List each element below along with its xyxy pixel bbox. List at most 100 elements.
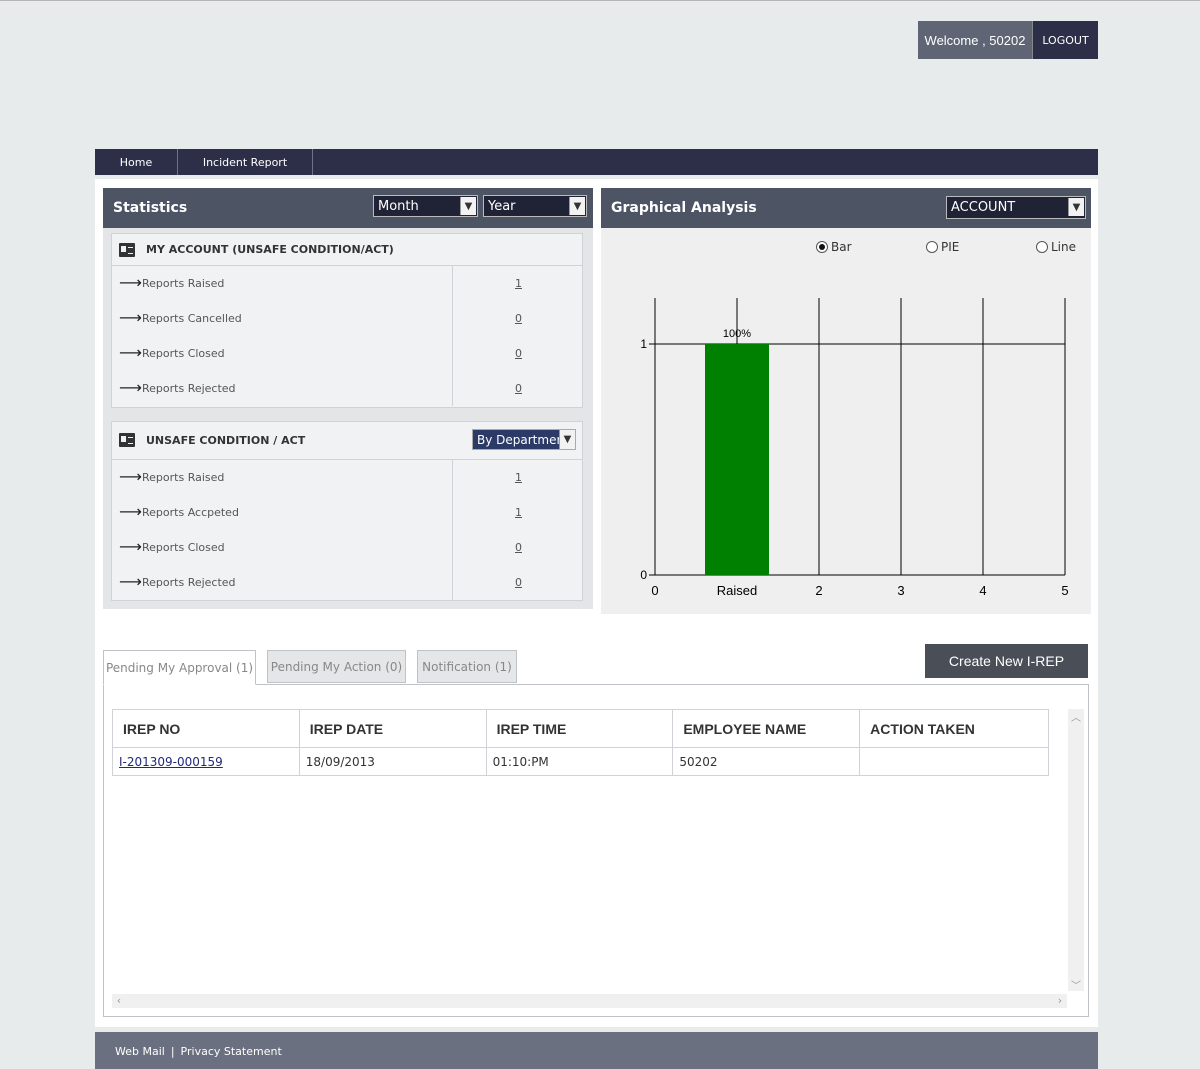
- table-row: I-201309-000159 18/09/2013 01:10:PM 5020…: [112, 747, 1049, 776]
- x-tick-label: 4: [979, 583, 986, 598]
- scroll-left-icon[interactable]: ‹: [112, 994, 126, 1008]
- footer: Web Mail | Privacy Statement: [95, 1032, 1098, 1069]
- my-account-box: MY ACCOUNT (UNSAFE CONDITION/ACT) ⟶ Repor…: [111, 233, 583, 408]
- graphical-analysis-title: Graphical Analysis: [611, 200, 757, 216]
- cell-employee-name: 50202: [672, 747, 861, 776]
- logout-button[interactable]: LOGOUT: [1032, 21, 1098, 59]
- scroll-down-icon[interactable]: ﹀: [1068, 977, 1084, 992]
- stat-value-link[interactable]: 1: [452, 266, 584, 301]
- irep-link[interactable]: I-201309-000159: [119, 755, 223, 769]
- x-tick-label: 0: [651, 583, 658, 598]
- stat-row: ⟶ Reports Raised 1: [112, 460, 582, 495]
- stat-value-link[interactable]: 0: [452, 565, 584, 600]
- scroll-up-icon[interactable]: ︿: [1068, 709, 1084, 724]
- stat-label: Reports Rejected: [142, 576, 236, 589]
- statistics-header: Statistics Month ▼ Year ▼: [103, 188, 593, 228]
- stat-value-link[interactable]: 0: [452, 371, 584, 406]
- stat-label: Reports Raised: [142, 471, 225, 484]
- stat-label: Reports Closed: [142, 347, 225, 360]
- stat-value-link[interactable]: 1: [452, 495, 584, 530]
- radio-line[interactable]: Line: [1036, 240, 1076, 254]
- year-select[interactable]: Year ▼: [483, 195, 587, 217]
- arrow-right-icon: ⟶: [119, 572, 142, 591]
- irep-table: IREP NO IREP DATE IREP TIME EMPLOYEE NAM…: [112, 709, 1049, 776]
- nav-incident-report[interactable]: Incident Report: [178, 149, 313, 175]
- main-content: Statistics Month ▼ Year ▼ MY ACCOUNT (UN…: [95, 179, 1098, 1027]
- arrow-right-icon: ⟶: [119, 537, 142, 556]
- stat-value-link[interactable]: 1: [452, 460, 584, 495]
- statistics-title: Statistics: [113, 200, 188, 216]
- stat-row: ⟶ Reports Raised 1: [112, 266, 582, 301]
- tab-pending-action[interactable]: Pending My Action (0): [267, 650, 406, 683]
- arrow-right-icon: ⟶: [119, 378, 142, 397]
- col-employee-name: EMPLOYEE NAME: [672, 709, 861, 748]
- graphical-analysis-header: Graphical Analysis ACCOUNT ▼: [601, 188, 1091, 228]
- tab-pending-approval[interactable]: Pending My Approval (1): [103, 650, 256, 685]
- radio-pie-indicator[interactable]: [926, 241, 938, 253]
- cell-action-taken: [859, 747, 1049, 776]
- year-select-value: Year: [488, 198, 516, 214]
- vertical-scrollbar[interactable]: ︿ ﹀: [1068, 709, 1084, 992]
- stat-value-link[interactable]: 0: [452, 301, 584, 336]
- tab-notification[interactable]: Notification (1): [417, 650, 517, 683]
- arrow-right-icon: ⟶: [119, 502, 142, 521]
- webmail-link[interactable]: Web Mail: [115, 1045, 165, 1058]
- statistics-panel: Statistics Month ▼ Year ▼ MY ACCOUNT (UN…: [103, 188, 593, 609]
- radio-bar[interactable]: Bar: [816, 240, 852, 254]
- footer-separator: |: [170, 1044, 175, 1058]
- col-irep-time: IREP TIME: [485, 709, 674, 748]
- horizontal-scrollbar[interactable]: ‹ ›: [112, 994, 1067, 1008]
- nav-home[interactable]: Home: [95, 149, 178, 175]
- scroll-right-icon[interactable]: ›: [1053, 994, 1067, 1008]
- privacy-link[interactable]: Privacy Statement: [181, 1045, 282, 1058]
- radio-pie[interactable]: PIE: [926, 240, 959, 254]
- stat-row: ⟶ Reports Closed 0: [112, 336, 582, 371]
- month-select-value: Month: [378, 198, 419, 214]
- arrow-right-icon: ⟶: [119, 308, 142, 327]
- arrow-right-icon: ⟶: [119, 343, 142, 362]
- department-select-value: By Department: [477, 432, 569, 447]
- stat-value-link[interactable]: 0: [452, 530, 584, 565]
- account-select[interactable]: ACCOUNT ▼: [946, 196, 1086, 219]
- stat-row: ⟶ Reports Rejected 0: [112, 565, 582, 600]
- unsafe-condition-title: UNSAFE CONDITION / ACT: [146, 434, 306, 447]
- main-nav: Home Incident Report: [95, 149, 1098, 175]
- x-tick-label: 5: [1061, 583, 1068, 598]
- irep-table-area: IREP NO IREP DATE IREP TIME EMPLOYEE NAM…: [103, 684, 1089, 1017]
- chart-bars: [705, 344, 769, 575]
- my-account-header: MY ACCOUNT (UNSAFE CONDITION/ACT): [112, 234, 582, 266]
- stat-label: Reports Cancelled: [142, 312, 242, 325]
- stat-value-link[interactable]: 0: [452, 336, 584, 371]
- col-irep-no: IREP NO: [112, 709, 300, 748]
- radio-line-indicator[interactable]: [1036, 241, 1048, 253]
- y-tick-label: 1: [640, 337, 647, 351]
- stat-label: Reports Accpeted: [142, 506, 239, 519]
- welcome-bar: Welcome , 50202 LOGOUT: [918, 21, 1098, 59]
- chart-labels: 0 1 0 Raised 2 3 4 5 100%: [640, 328, 1068, 598]
- stat-label: Reports Closed: [142, 541, 225, 554]
- stat-label: Reports Rejected: [142, 382, 236, 395]
- chevron-down-icon: ▼: [569, 197, 585, 215]
- my-account-title: MY ACCOUNT (UNSAFE CONDITION/ACT): [146, 243, 394, 256]
- month-select[interactable]: Month ▼: [373, 195, 478, 217]
- bar-data-label: 100%: [723, 328, 751, 340]
- bar-raised: [705, 344, 769, 575]
- department-select[interactable]: By Department ▼: [472, 429, 576, 450]
- stat-row: ⟶ Reports Accpeted 1: [112, 495, 582, 530]
- x-tick-label: Raised: [717, 583, 757, 598]
- cell-irep-time: 01:10:PM: [485, 747, 674, 776]
- radio-bar-indicator[interactable]: [816, 241, 828, 253]
- chevron-down-icon: ▼: [1068, 198, 1084, 216]
- create-new-irep-button[interactable]: Create New I-REP: [925, 644, 1088, 678]
- cell-irep-no: I-201309-000159: [112, 747, 300, 776]
- radio-pie-label: PIE: [941, 240, 960, 254]
- col-irep-date: IREP DATE: [298, 709, 487, 748]
- table-header-row: IREP NO IREP DATE IREP TIME EMPLOYEE NAM…: [112, 709, 1049, 748]
- radio-line-label: Line: [1051, 240, 1077, 254]
- chevron-down-icon: ▼: [559, 430, 575, 449]
- id-card-icon: [119, 243, 135, 257]
- stat-row: ⟶ Reports Cancelled 0: [112, 301, 582, 336]
- bar-chart: 0 1 0 Raised 2 3 4 5 100%: [640, 298, 1069, 598]
- unsafe-condition-box: UNSAFE CONDITION / ACT By Department ▼ ⟶…: [111, 421, 583, 601]
- col-action-taken: ACTION TAKEN: [859, 709, 1049, 748]
